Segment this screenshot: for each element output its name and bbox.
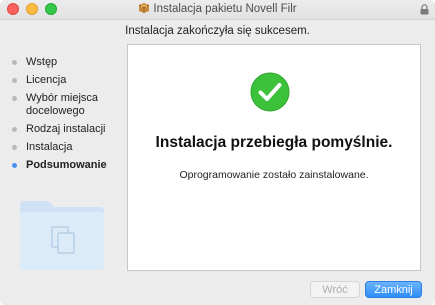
- step-bullet: [12, 60, 17, 65]
- step-bullet-active: [12, 163, 17, 168]
- step-destination: Wybór miejsca docelowego: [12, 92, 127, 118]
- step-label: Rodzaj instalacji: [26, 123, 106, 135]
- step-label: Instalacja: [26, 141, 73, 153]
- step-summary: Podsumowanie: [12, 159, 127, 172]
- step-bullet: [12, 145, 17, 150]
- installer-window: Instalacja pakietu Novell Filr Instalacj…: [0, 0, 435, 305]
- lock-icon: [420, 4, 429, 15]
- success-heading: Instalacja przebiegła pomyślnie.: [155, 134, 393, 151]
- step-installation: Instalacja: [12, 141, 127, 154]
- step-label: Licencja: [26, 74, 67, 86]
- window-title-container: Instalacja pakietu Novell Filr: [0, 2, 435, 17]
- back-button[interactable]: Wróć: [310, 281, 360, 298]
- success-message: Oprogramowanie zostało zainstalowane.: [179, 169, 369, 181]
- install-status-subtitle: Instalacja zakończyła się sukcesem.: [125, 25, 310, 37]
- step-label: Podsumowanie: [26, 159, 107, 171]
- step-license: Licencja: [12, 74, 127, 87]
- checkmark-circle-icon: [250, 72, 290, 112]
- window-title: Instalacja pakietu Novell Filr: [153, 3, 297, 15]
- step-bullet: [12, 127, 17, 132]
- package-icon: [139, 3, 150, 13]
- installer-folder-icon: [20, 201, 104, 270]
- step-bullet: [12, 96, 17, 101]
- title-bar[interactable]: Instalacja pakietu Novell Filr: [0, 0, 435, 20]
- step-label: Wybór miejsca docelowego: [26, 92, 99, 117]
- close-button[interactable]: Zamknij: [365, 281, 422, 298]
- steps-sidebar: Wstęp Licencja Wybór miejsca docelowego …: [12, 56, 127, 177]
- step-bullet: [12, 78, 17, 83]
- step-install-type: Rodzaj instalacji: [12, 123, 127, 136]
- content-panel: Instalacja przebiegła pomyślnie. Oprogra…: [127, 44, 421, 271]
- step-label: Wstęp: [26, 56, 58, 68]
- step-intro: Wstęp: [12, 56, 127, 69]
